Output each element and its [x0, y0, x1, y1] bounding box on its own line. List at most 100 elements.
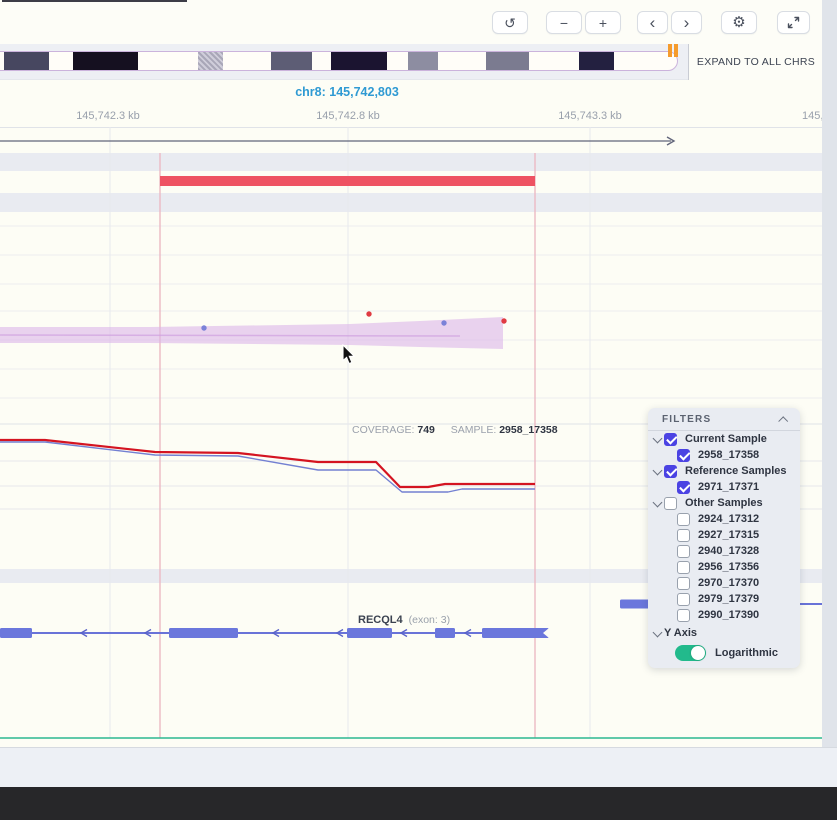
filter-item-group-0[interactable]: Current Sample: [648, 431, 800, 447]
current-sample-coverage-line: [0, 440, 535, 487]
filter-item-label: Reference Samples: [685, 465, 787, 477]
gene-name: RECQL4: [358, 614, 403, 626]
filters-list: Current Sample 2958_17358 Reference Sample…: [648, 431, 800, 623]
chevron-down-icon[interactable]: [648, 627, 664, 639]
toggle-knob: [691, 646, 705, 660]
filter-item-label: 2927_17315: [698, 529, 759, 541]
expand-icon: [787, 16, 800, 29]
checkbox[interactable]: [677, 481, 690, 494]
settings-button[interactable]: ⚙: [721, 11, 757, 34]
checkbox[interactable]: [677, 609, 690, 622]
fullscreen-button[interactable]: [777, 11, 810, 34]
chromosome-ideogram-row: EXPAND TO ALL CHRS: [0, 44, 822, 80]
filter-item-2-5[interactable]: 2979_17379: [648, 591, 800, 607]
filter-item-label: 2971_17371: [698, 481, 759, 493]
filter-item-group-1[interactable]: Reference Samples: [648, 463, 800, 479]
checkbox[interactable]: [664, 433, 677, 446]
filters-panel: FILTERS Current Sample 2958_17358 Referenc…: [648, 408, 800, 668]
track-stripe: [0, 153, 822, 171]
filter-item-label: 2940_17328: [698, 545, 759, 557]
coverage-value: 749: [417, 424, 435, 436]
checkbox[interactable]: [677, 513, 690, 526]
gene-label: RECQL4 (exon: 3): [358, 614, 450, 626]
filter-item-label: Current Sample: [685, 433, 767, 445]
chromosome-band: [271, 52, 312, 70]
data-point-dot: [201, 325, 206, 330]
filter-item-label: 2970_17370: [698, 577, 759, 589]
reset-view-button[interactable]: ↺: [492, 11, 528, 34]
locus-position-label: chr8: 145,742,803: [295, 85, 399, 99]
exon-box: [435, 628, 455, 638]
checkbox[interactable]: [677, 593, 690, 606]
undo-icon: ↺: [504, 16, 516, 30]
filter-item-2-4[interactable]: 2970_17370: [648, 575, 800, 591]
chevron-down-icon[interactable]: [648, 497, 664, 509]
position-marker-icon: [668, 43, 672, 57]
sample-label: SAMPLE:: [451, 424, 497, 436]
zoom-out-button[interactable]: −: [546, 11, 582, 34]
checkbox[interactable]: [677, 545, 690, 558]
expand-to-all-chrs-button[interactable]: EXPAND TO ALL CHRS: [689, 44, 823, 80]
y-axis-label: Y Axis: [664, 627, 697, 639]
logarithmic-label: Logarithmic: [715, 647, 778, 659]
checkbox[interactable]: [677, 577, 690, 590]
filter-item-1-0[interactable]: 2971_17371: [648, 479, 800, 495]
ruler-tick-label: 145,: [802, 110, 822, 122]
filter-item-2-2[interactable]: 2940_17328: [648, 543, 800, 559]
collapse-chevron-icon[interactable]: [778, 416, 788, 426]
plus-icon: +: [599, 16, 607, 30]
checkbox[interactable]: [677, 449, 690, 462]
chrom-row-right: EXPAND TO ALL CHRS: [688, 44, 822, 80]
filter-item-label: 2956_17356: [698, 561, 759, 573]
locus-row: chr8: 145,742,803: [0, 80, 822, 104]
checkbox[interactable]: [664, 497, 677, 510]
genome-browser-window: ↺ − + ‹› ⚙ EXPAND TO ALL CHRS chr8: 145,742,…: [0, 0, 837, 820]
chromosome-band: [408, 52, 438, 70]
toolbar: ↺ − + ‹› ⚙: [0, 0, 822, 44]
filter-item-label: 2990_17390: [698, 609, 759, 621]
coverage-label: COVERAGE:: [352, 424, 414, 436]
exon-box: [482, 628, 549, 638]
data-point-dot: [441, 320, 446, 325]
filter-item-label: 2958_17358: [698, 449, 759, 461]
filter-item-2-3[interactable]: 2956_17356: [648, 559, 800, 575]
y-axis-section[interactable]: Y Axis: [648, 625, 800, 641]
chromosome-band: [331, 52, 387, 70]
right-gutter: [822, 0, 837, 747]
chromosome-band: [198, 52, 223, 70]
ruler-tick-label: 145,742.3 kb: [76, 110, 140, 122]
checkbox[interactable]: [677, 529, 690, 542]
filter-item-label: 2979_17379: [698, 593, 759, 605]
gears-icon: ⚙: [732, 15, 745, 30]
coordinate-ruler: 145,742.3 kb145,742.8 kb145,743.3 kb145,: [0, 104, 822, 127]
exon-box: [169, 628, 238, 638]
chevron-down-icon[interactable]: [648, 433, 664, 445]
ruler-tick-label: 145,742.8 kb: [316, 110, 380, 122]
checkbox[interactable]: [677, 561, 690, 574]
chromosome-band: [73, 52, 138, 70]
band-center-line: [0, 335, 460, 336]
chromosome-ideogram[interactable]: [0, 51, 678, 71]
filters-panel-header[interactable]: FILTERS: [648, 408, 800, 431]
checkbox[interactable]: [664, 465, 677, 478]
top-edge-artifact: [2, 0, 187, 2]
zoom-in-button[interactable]: +: [585, 11, 621, 34]
chromosome-band: [4, 52, 49, 70]
region-of-interest-bar: [160, 176, 535, 186]
logarithmic-toggle[interactable]: [675, 645, 706, 661]
chevron-down-icon[interactable]: [648, 465, 664, 477]
filter-item-2-1[interactable]: 2927_17315: [648, 527, 800, 543]
pan-right-button[interactable]: ›: [671, 11, 702, 34]
mouse-cursor: [342, 344, 356, 365]
confidence-band: [0, 317, 503, 349]
filter-item-0-0[interactable]: 2958_17358: [648, 447, 800, 463]
data-point-dot: [501, 318, 506, 323]
exon-box: [0, 628, 32, 638]
filter-item-group-2[interactable]: Other Samples: [648, 495, 800, 511]
filter-item-2-0[interactable]: 2924_17312: [648, 511, 800, 527]
pan-left-button[interactable]: ‹: [637, 11, 668, 34]
filter-item-2-6[interactable]: 2990_17390: [648, 607, 800, 623]
filter-item-label: Other Samples: [685, 497, 763, 509]
gene-exon-note: (exon: 3): [409, 614, 450, 626]
minus-icon: −: [560, 16, 568, 30]
